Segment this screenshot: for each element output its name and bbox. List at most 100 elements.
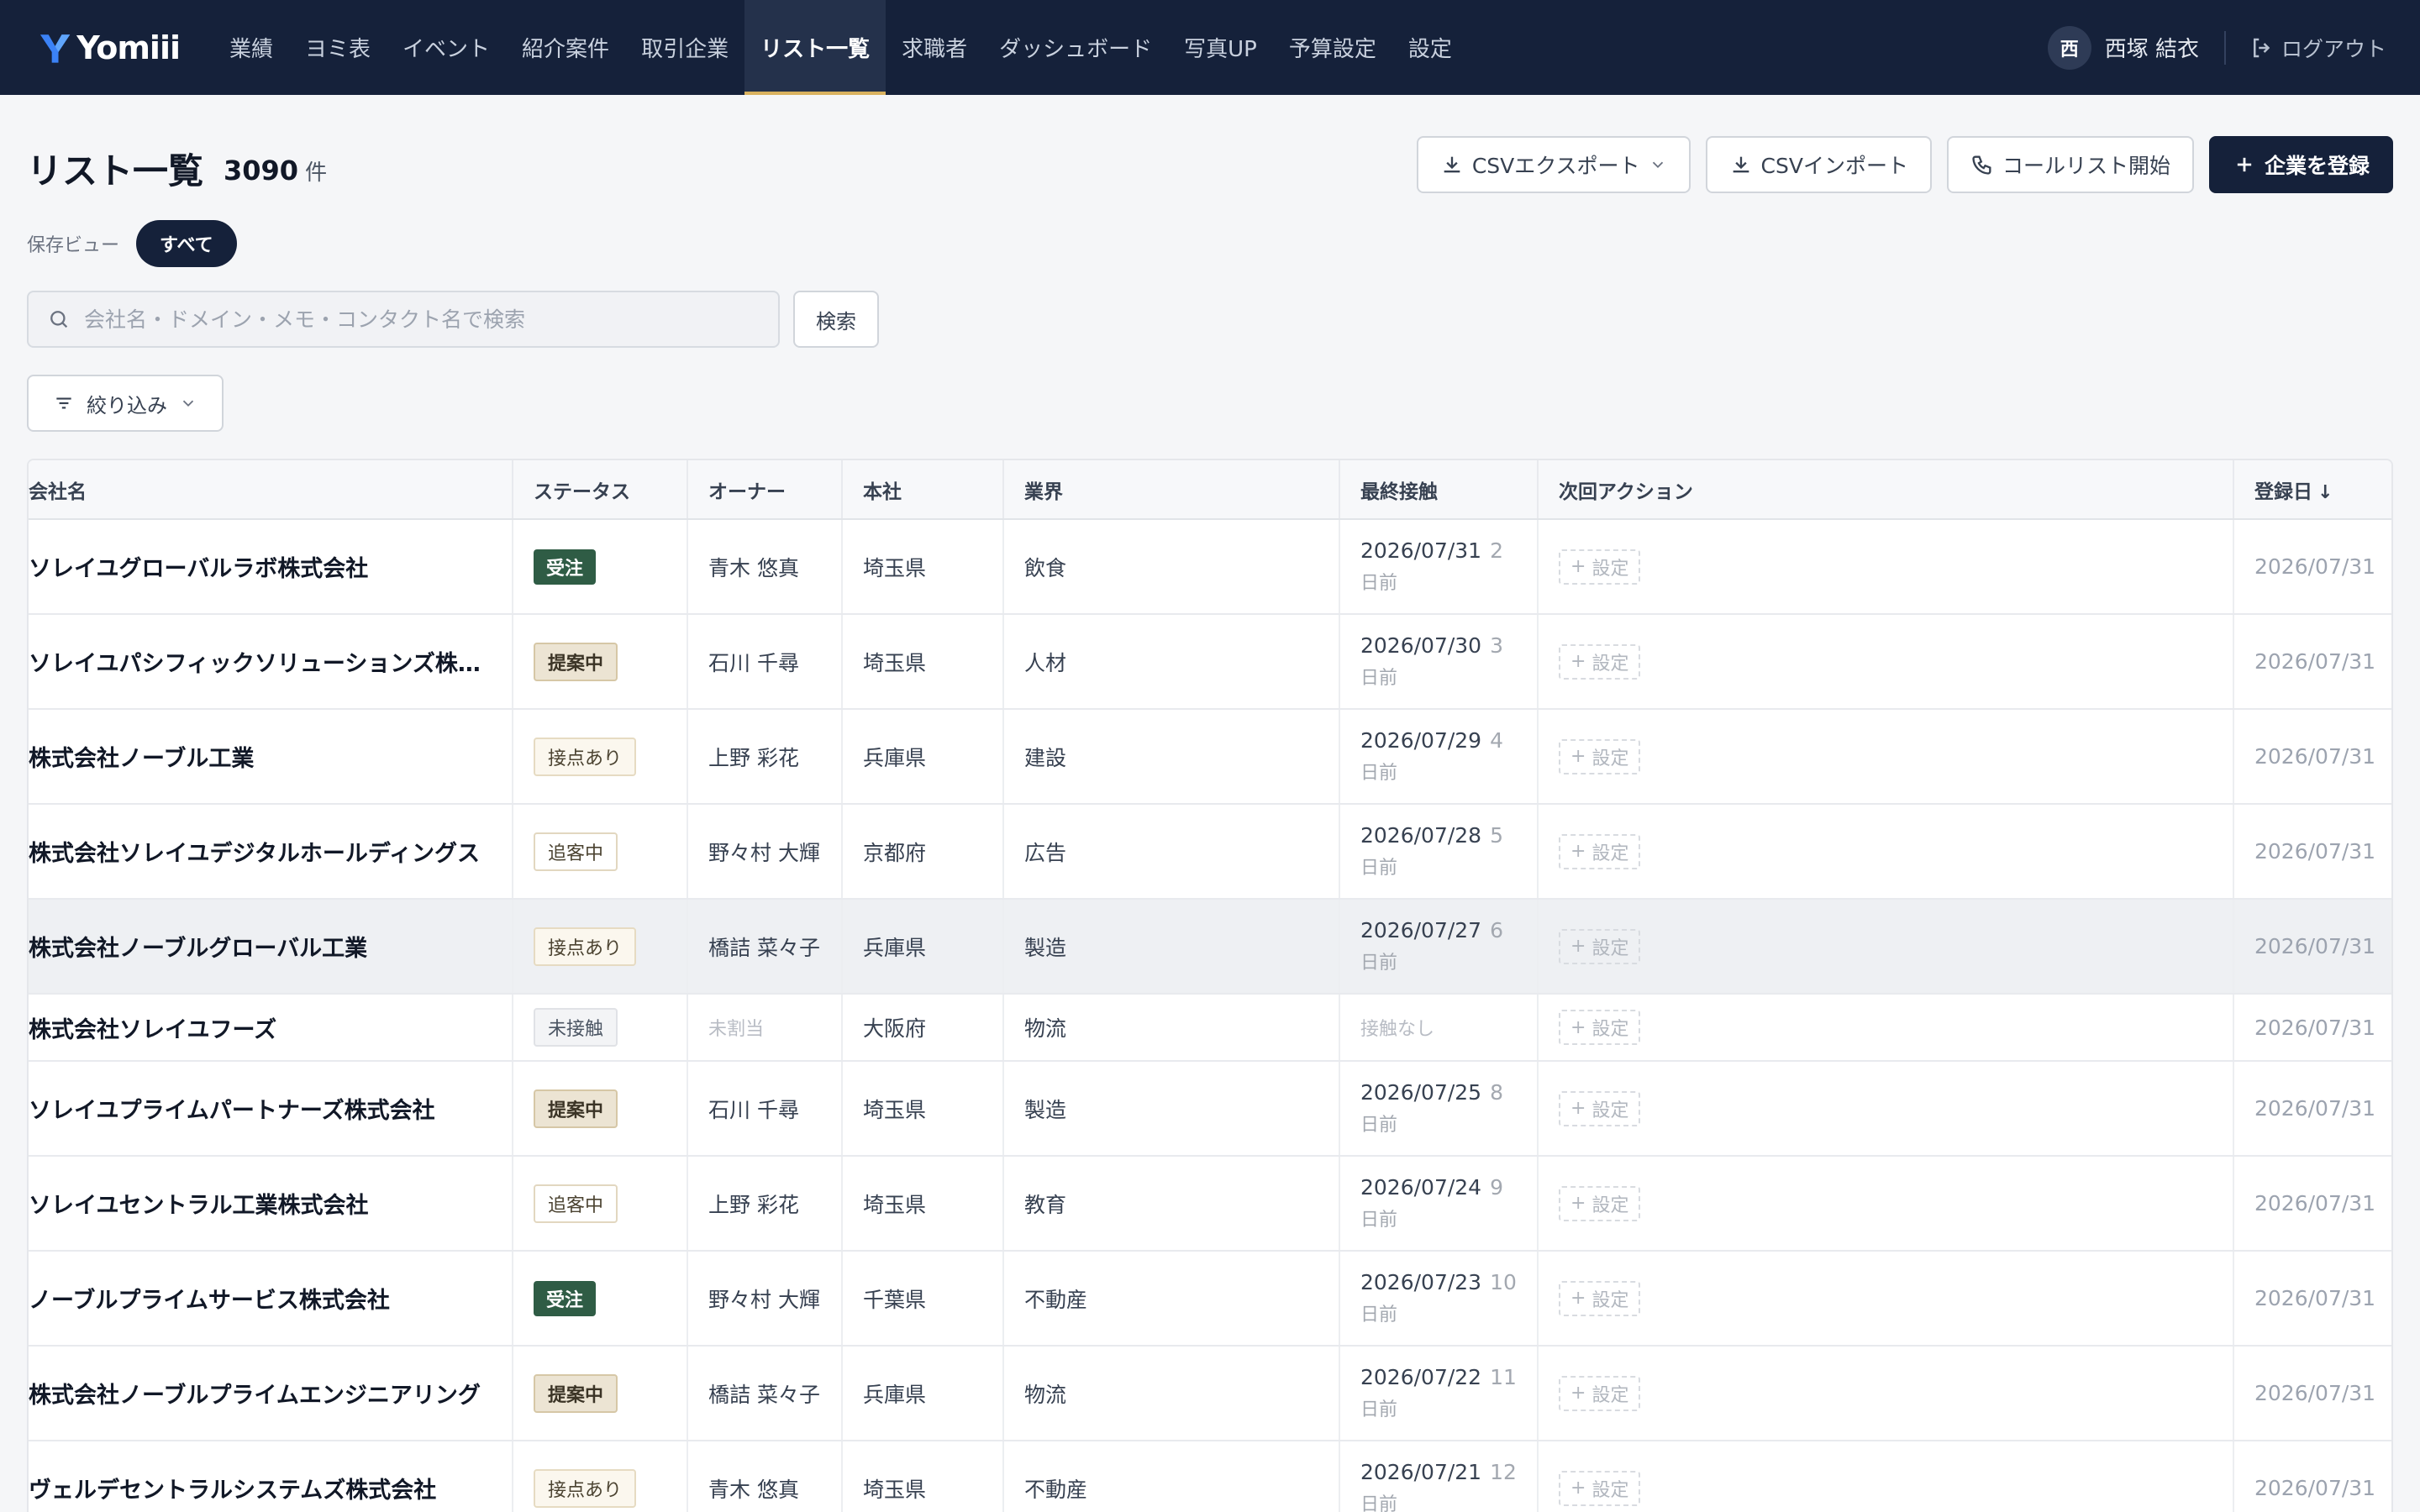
column-header-owner[interactable]: オーナー xyxy=(687,460,843,520)
cell-company-name[interactable]: ノーブルプライムサービス株式会社 xyxy=(29,1251,513,1347)
search-button[interactable]: 検索 xyxy=(793,291,879,348)
status-badge[interactable]: 接点あり xyxy=(534,1468,637,1508)
status-badge[interactable]: 接点あり xyxy=(534,927,637,966)
download-icon xyxy=(1733,156,1749,173)
logout-button[interactable]: ログアウト xyxy=(2249,33,2386,63)
status-badge[interactable]: 追客中 xyxy=(534,1184,618,1223)
nav-item-budget[interactable]: 予算設定 xyxy=(1273,0,1392,95)
set-next-action-button[interactable]: + 設定 xyxy=(1559,1375,1641,1411)
csv-import-button[interactable]: CSVインポート xyxy=(1705,136,1932,193)
cell-registered-date: 2026/07/31 xyxy=(2233,994,2391,1062)
nav-item-list[interactable]: リスト一覧 xyxy=(744,0,886,95)
user-name[interactable]: 西塚 結衣 xyxy=(2105,32,2199,63)
cell-next-action: + 設定 xyxy=(1538,804,2234,900)
plus-icon: + xyxy=(1570,651,1592,672)
set-next-action-button[interactable]: + 設定 xyxy=(1559,1090,1641,1126)
table-row[interactable]: 株式会社ノーブルプライムエンジニアリング 提案中 橋詰 菜々子 兵庫県 物流 2026/0… xyxy=(29,1346,2391,1441)
status-badge[interactable]: 提案中 xyxy=(534,1373,618,1413)
set-next-action-button[interactable]: + 設定 xyxy=(1559,833,1641,869)
brand-logo[interactable]: Yomiii xyxy=(37,29,181,66)
cell-hq: 兵庫県 xyxy=(842,899,1004,995)
cell-company-name[interactable]: ソレイユプライムパートナーズ株式会社 xyxy=(29,1061,513,1157)
last-contact-days: 2 xyxy=(1490,538,1503,563)
table-row[interactable]: ソレイユパシフィックソリューションズ株… 提案中 石川 千尋 埼玉県 人材 2026/07… xyxy=(29,614,2391,710)
status-badge[interactable]: 提案中 xyxy=(534,1089,618,1128)
cell-company-name[interactable]: ソレイユパシフィックソリューションズ株… xyxy=(29,614,513,710)
status-badge[interactable]: 受注 xyxy=(534,1280,597,1316)
cell-next-action: + 設定 xyxy=(1538,519,2234,615)
table-row[interactable]: ソレイユセントラル工業株式会社 追客中 上野 彩花 埼玉県 教育 2026/07/24 9 日… xyxy=(29,1156,2391,1252)
column-header-status[interactable]: ステータス xyxy=(513,460,688,520)
cell-next-action: + 設定 xyxy=(1538,614,2234,710)
plus-icon: + xyxy=(1570,1098,1592,1119)
filter-button[interactable]: 絞り込み xyxy=(27,375,224,432)
table-row[interactable]: 株式会社ノーブルグローバル工業 接点あり 橋詰 菜々子 兵庫県 製造 2026/07/27… xyxy=(29,899,2391,995)
table-row[interactable]: 株式会社ノーブル工業 接点あり 上野 彩花 兵庫県 建設 2026/07/29 4 日前 + 設… xyxy=(29,709,2391,805)
column-header-hq[interactable]: 本社 xyxy=(842,460,1004,520)
cell-company-name[interactable]: ソレイユグローバルラボ株式会社 xyxy=(29,519,513,615)
last-contact-date: 2026/07/24 9 xyxy=(1360,1175,1536,1200)
set-next-action-button[interactable]: + 設定 xyxy=(1559,1280,1641,1316)
status-badge[interactable]: 受注 xyxy=(534,549,597,585)
nav-item-jobseekers[interactable]: 求職者 xyxy=(886,0,983,95)
plus-icon: + xyxy=(1570,936,1592,957)
set-next-action-label: 設定 xyxy=(1591,1289,1629,1311)
table-row[interactable]: ソレイユプライムパートナーズ株式会社 提案中 石川 千尋 埼玉県 製造 2026/07/2… xyxy=(29,1061,2391,1157)
last-contact-days: 11 xyxy=(1490,1365,1517,1389)
nav-item-clients[interactable]: 取引企業 xyxy=(625,0,744,95)
search-input[interactable] xyxy=(84,307,756,332)
table-row[interactable]: 株式会社ソレイユフーズ 未接触 未割当 大阪府 物流 接触なし + 設定 2026/07/31 xyxy=(29,994,2391,1062)
table-row[interactable]: ノーブルプライムサービス株式会社 受注 野々村 大輝 千葉県 不動産 2026/07/23… xyxy=(29,1251,2391,1347)
set-next-action-button[interactable]: + 設定 xyxy=(1559,928,1641,964)
plus-icon: + xyxy=(1570,556,1592,577)
status-badge[interactable]: 提案中 xyxy=(534,642,618,681)
set-next-action-button[interactable]: + 設定 xyxy=(1559,1010,1641,1045)
column-header-company[interactable]: 会社名 xyxy=(29,460,513,520)
avatar[interactable]: 西 xyxy=(2047,25,2091,70)
status-badge[interactable]: 未接触 xyxy=(534,1008,618,1047)
cell-next-action: + 設定 xyxy=(1538,899,2234,995)
nav-item-performance[interactable]: 業績 xyxy=(213,0,289,95)
column-header-last-contact[interactable]: 最終接触 xyxy=(1339,460,1539,520)
set-next-action-button[interactable]: + 設定 xyxy=(1559,1470,1641,1506)
cell-company-name[interactable]: ヴェルデセントラルシステムズ株式会社 xyxy=(29,1441,513,1512)
set-next-action-button[interactable]: + 設定 xyxy=(1559,643,1641,680)
last-contact-date: 2026/07/27 6 xyxy=(1360,918,1536,942)
table-row[interactable]: ヴェルデセントラルシステムズ株式会社 接点あり 青木 悠真 埼玉県 不動産 2026/07… xyxy=(29,1441,2391,1512)
column-header-registered[interactable]: 登録日 ↓ xyxy=(2233,460,2391,520)
cell-company-name[interactable]: 株式会社ノーブルプライムエンジニアリング xyxy=(29,1346,513,1441)
cell-company-name[interactable]: ソレイユセントラル工業株式会社 xyxy=(29,1156,513,1252)
cell-registered-date: 2026/07/31 xyxy=(2233,709,2391,805)
cell-status: 受注 xyxy=(513,519,688,615)
table-row[interactable]: 株式会社ソレイユデジタルホールディングス 追客中 野々村 大輝 京都府 広告 2026/0… xyxy=(29,804,2391,900)
nav-item-settings[interactable]: 設定 xyxy=(1392,0,1468,95)
status-badge[interactable]: 追客中 xyxy=(534,832,618,871)
cell-industry: 製造 xyxy=(1003,899,1340,995)
saved-view-all-chip[interactable]: すべて xyxy=(136,220,237,267)
cell-company-name[interactable]: 株式会社ソレイユフーズ xyxy=(29,994,513,1062)
record-count-value: 3090 xyxy=(224,155,299,186)
cell-company-name[interactable]: 株式会社ノーブル工業 xyxy=(29,709,513,805)
column-header-industry[interactable]: 業界 xyxy=(1003,460,1340,520)
nav-item-forecast[interactable]: ヨミ表 xyxy=(289,0,387,95)
set-next-action-button[interactable]: + 設定 xyxy=(1559,738,1641,774)
csv-export-button[interactable]: CSVエクスポート xyxy=(1416,136,1691,193)
nav-item-events[interactable]: イベント xyxy=(387,0,506,95)
nav-item-photo-upload[interactable]: 写真UP xyxy=(1168,0,1273,95)
cell-company-name[interactable]: 株式会社ソレイユデジタルホールディングス xyxy=(29,804,513,900)
nav-item-dashboard[interactable]: ダッシュボード xyxy=(983,0,1168,95)
status-badge[interactable]: 接点あり xyxy=(534,737,637,776)
cell-owner: 未割当 xyxy=(687,994,843,1062)
table-row[interactable]: ソレイユグローバルラボ株式会社 受注 青木 悠真 埼玉県 飲食 2026/07/31 2 日前… xyxy=(29,519,2391,615)
nav-item-referrals[interactable]: 紹介案件 xyxy=(506,0,625,95)
register-company-button[interactable]: 企業を登録 xyxy=(2208,136,2393,193)
column-header-next-action[interactable]: 次回アクション xyxy=(1538,460,2234,520)
cell-industry: 広告 xyxy=(1003,804,1340,900)
cell-company-name[interactable]: 株式会社ノーブルグローバル工業 xyxy=(29,899,513,995)
set-next-action-button[interactable]: + 設定 xyxy=(1559,549,1641,585)
call-list-button[interactable]: コールリスト開始 xyxy=(1946,136,2194,193)
set-next-action-button[interactable]: + 設定 xyxy=(1559,1185,1641,1221)
cell-hq: 埼玉県 xyxy=(842,1441,1004,1512)
owner-name: 青木 悠真 xyxy=(708,1477,799,1502)
cell-owner: 上野 彩花 xyxy=(687,709,843,805)
